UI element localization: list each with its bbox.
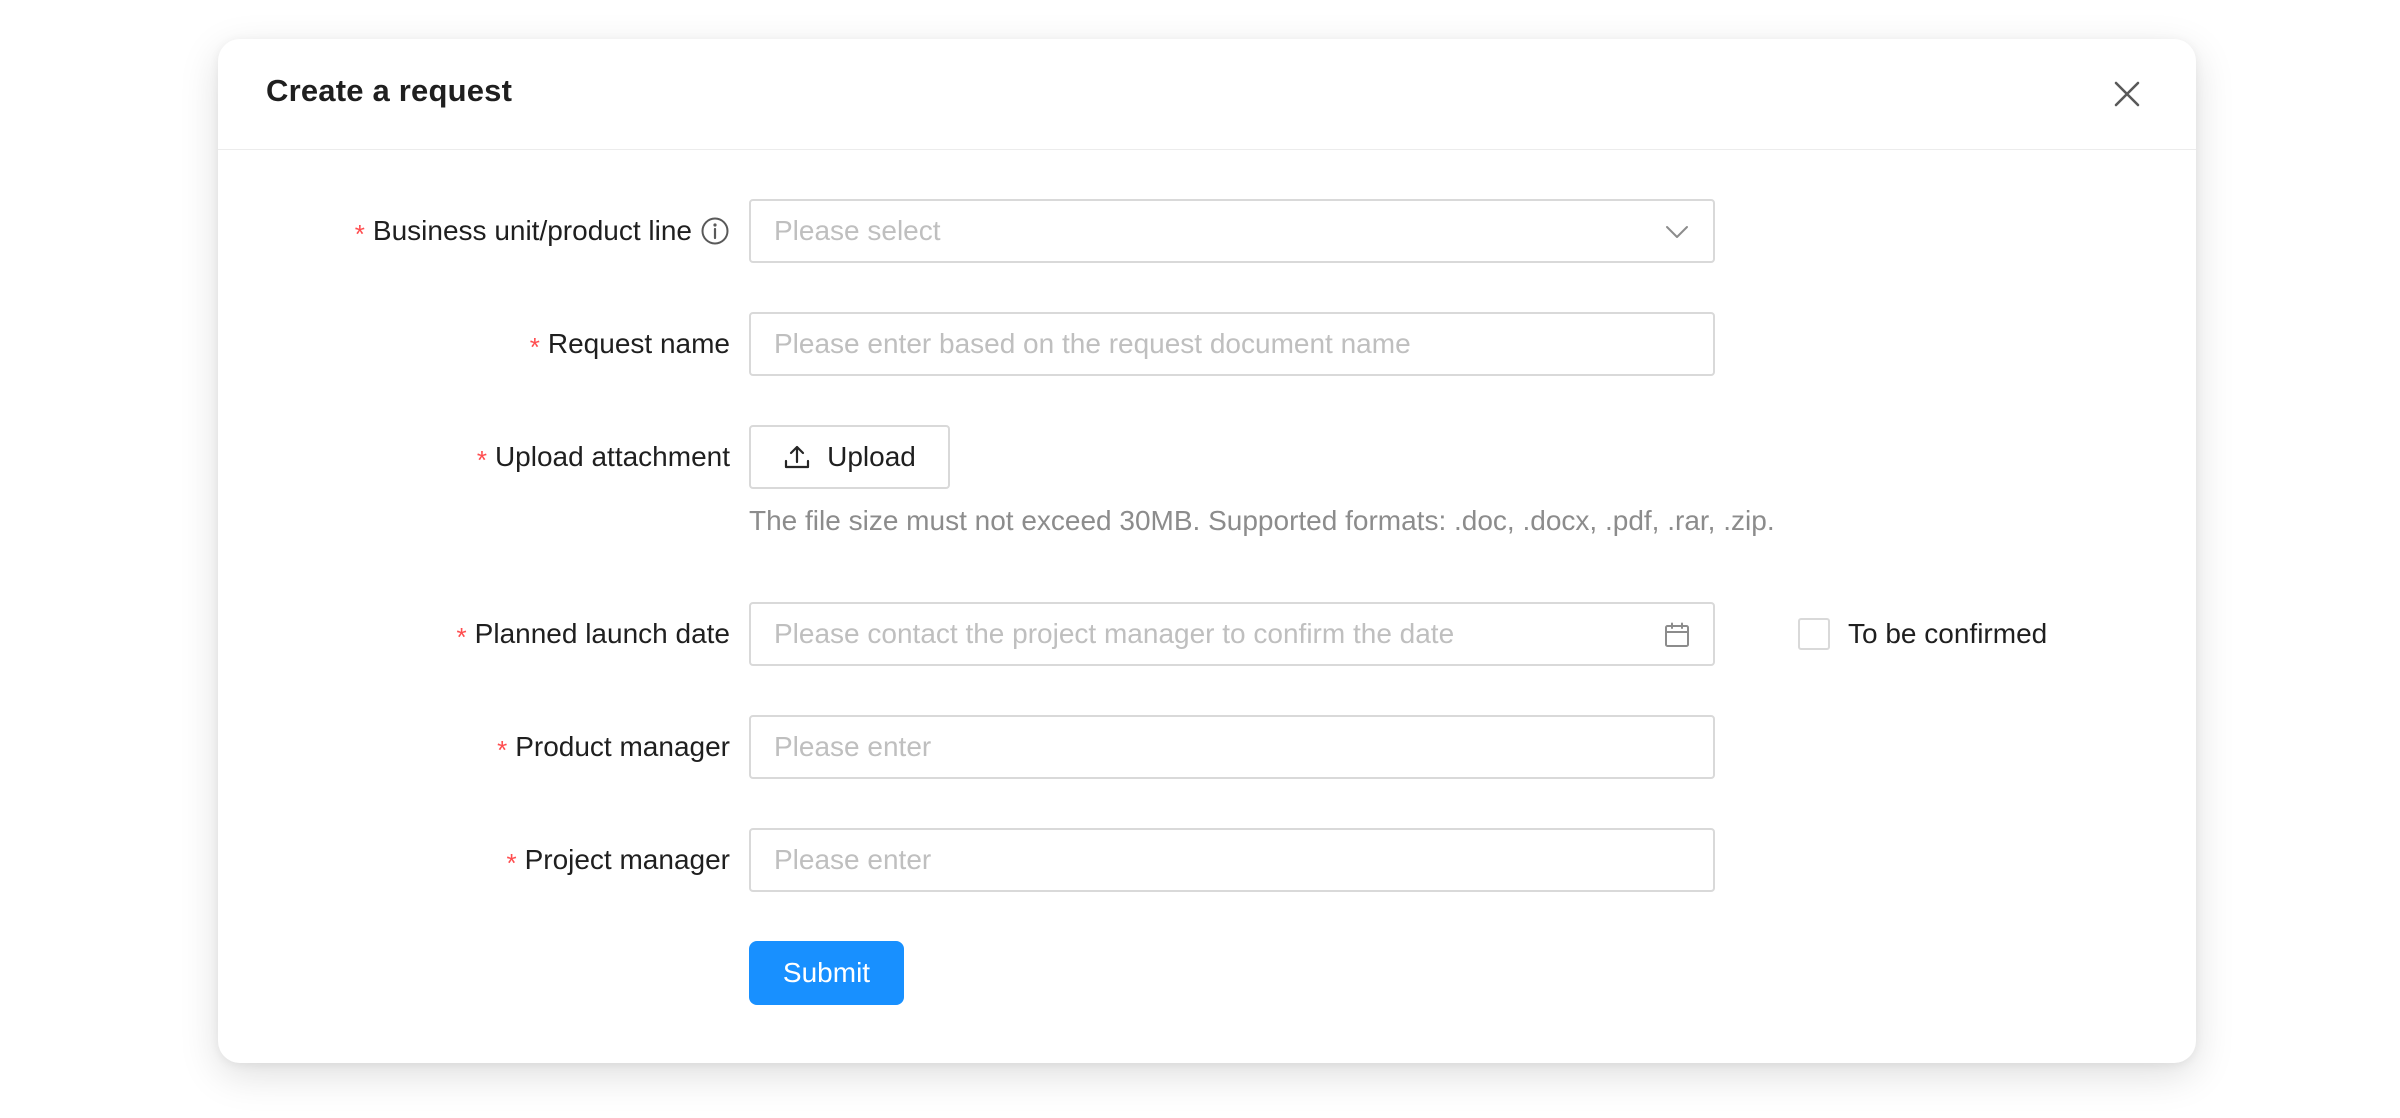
request-name-label-text: Request name <box>547 328 730 359</box>
launch-date-placeholder: Please contact the project manager to co… <box>774 618 1455 649</box>
product-manager-label-text: Product manager <box>515 731 730 762</box>
submit-button[interactable]: Submit <box>749 941 904 1005</box>
project-manager-row: * Project manager <box>218 828 2196 892</box>
close-icon <box>2114 81 2140 107</box>
project-manager-field <box>749 828 1715 892</box>
business-unit-label: * Business unit/product line <box>355 199 730 263</box>
request-name-input[interactable] <box>751 314 1713 374</box>
checkbox-box[interactable] <box>1798 618 1830 650</box>
upload-label: * Upload attachment <box>477 425 730 489</box>
business-unit-select[interactable]: Please select <box>749 199 1715 263</box>
to-be-confirmed-label: To be confirmed <box>1848 618 2048 649</box>
required-mark: * <box>529 331 540 362</box>
required-mark: * <box>497 734 508 765</box>
launch-date-row: * Planned launch date Please contact the… <box>218 602 2196 666</box>
launch-date-label: * Planned launch date <box>457 602 730 666</box>
launch-date-label-text: Planned launch date <box>474 618 730 649</box>
product-manager-field <box>749 715 1715 779</box>
upload-hint: The file size must not exceed 30MB. Supp… <box>749 505 1775 536</box>
product-manager-row: * Product manager <box>218 715 2196 779</box>
required-mark: * <box>354 218 365 249</box>
upload-button[interactable]: Upload <box>749 425 950 489</box>
required-mark: * <box>506 847 517 878</box>
business-unit-placeholder: Please select <box>774 215 941 246</box>
modal-header: Create a request <box>218 39 2196 150</box>
to-be-confirmed-checkbox[interactable]: To be confirmed <box>1798 602 2047 666</box>
business-unit-label-text: Business unit/product line <box>372 215 692 246</box>
create-request-modal: Create a request * Business unit/product… <box>218 39 2196 1063</box>
request-name-label: * Request name <box>530 312 730 376</box>
modal-title: Create a request <box>266 73 513 108</box>
upload-button-label: Upload <box>827 441 916 472</box>
close-button[interactable] <box>2110 77 2144 111</box>
info-icon[interactable] <box>700 216 730 246</box>
required-mark: * <box>456 621 467 652</box>
product-manager-input[interactable] <box>751 717 1713 777</box>
project-manager-input[interactable] <box>751 830 1713 890</box>
launch-date-picker[interactable]: Please contact the project manager to co… <box>749 602 1715 666</box>
project-manager-label: * Project manager <box>506 828 730 892</box>
business-unit-row: * Business unit/product line Please sele… <box>218 199 2196 263</box>
upload-label-text: Upload attachment <box>494 441 730 472</box>
product-manager-label: * Product manager <box>497 715 730 779</box>
calendar-icon <box>1665 622 1689 647</box>
request-name-field <box>749 312 1715 376</box>
chevron-down-icon <box>1666 226 1688 238</box>
project-manager-label-text: Project manager <box>524 844 730 875</box>
request-name-row: * Request name <box>218 312 2196 376</box>
upload-icon <box>785 445 810 469</box>
submit-row: Submit <box>218 941 2196 1005</box>
required-mark: * <box>476 444 487 475</box>
upload-row: * Upload attachment Upload <box>218 425 2196 489</box>
